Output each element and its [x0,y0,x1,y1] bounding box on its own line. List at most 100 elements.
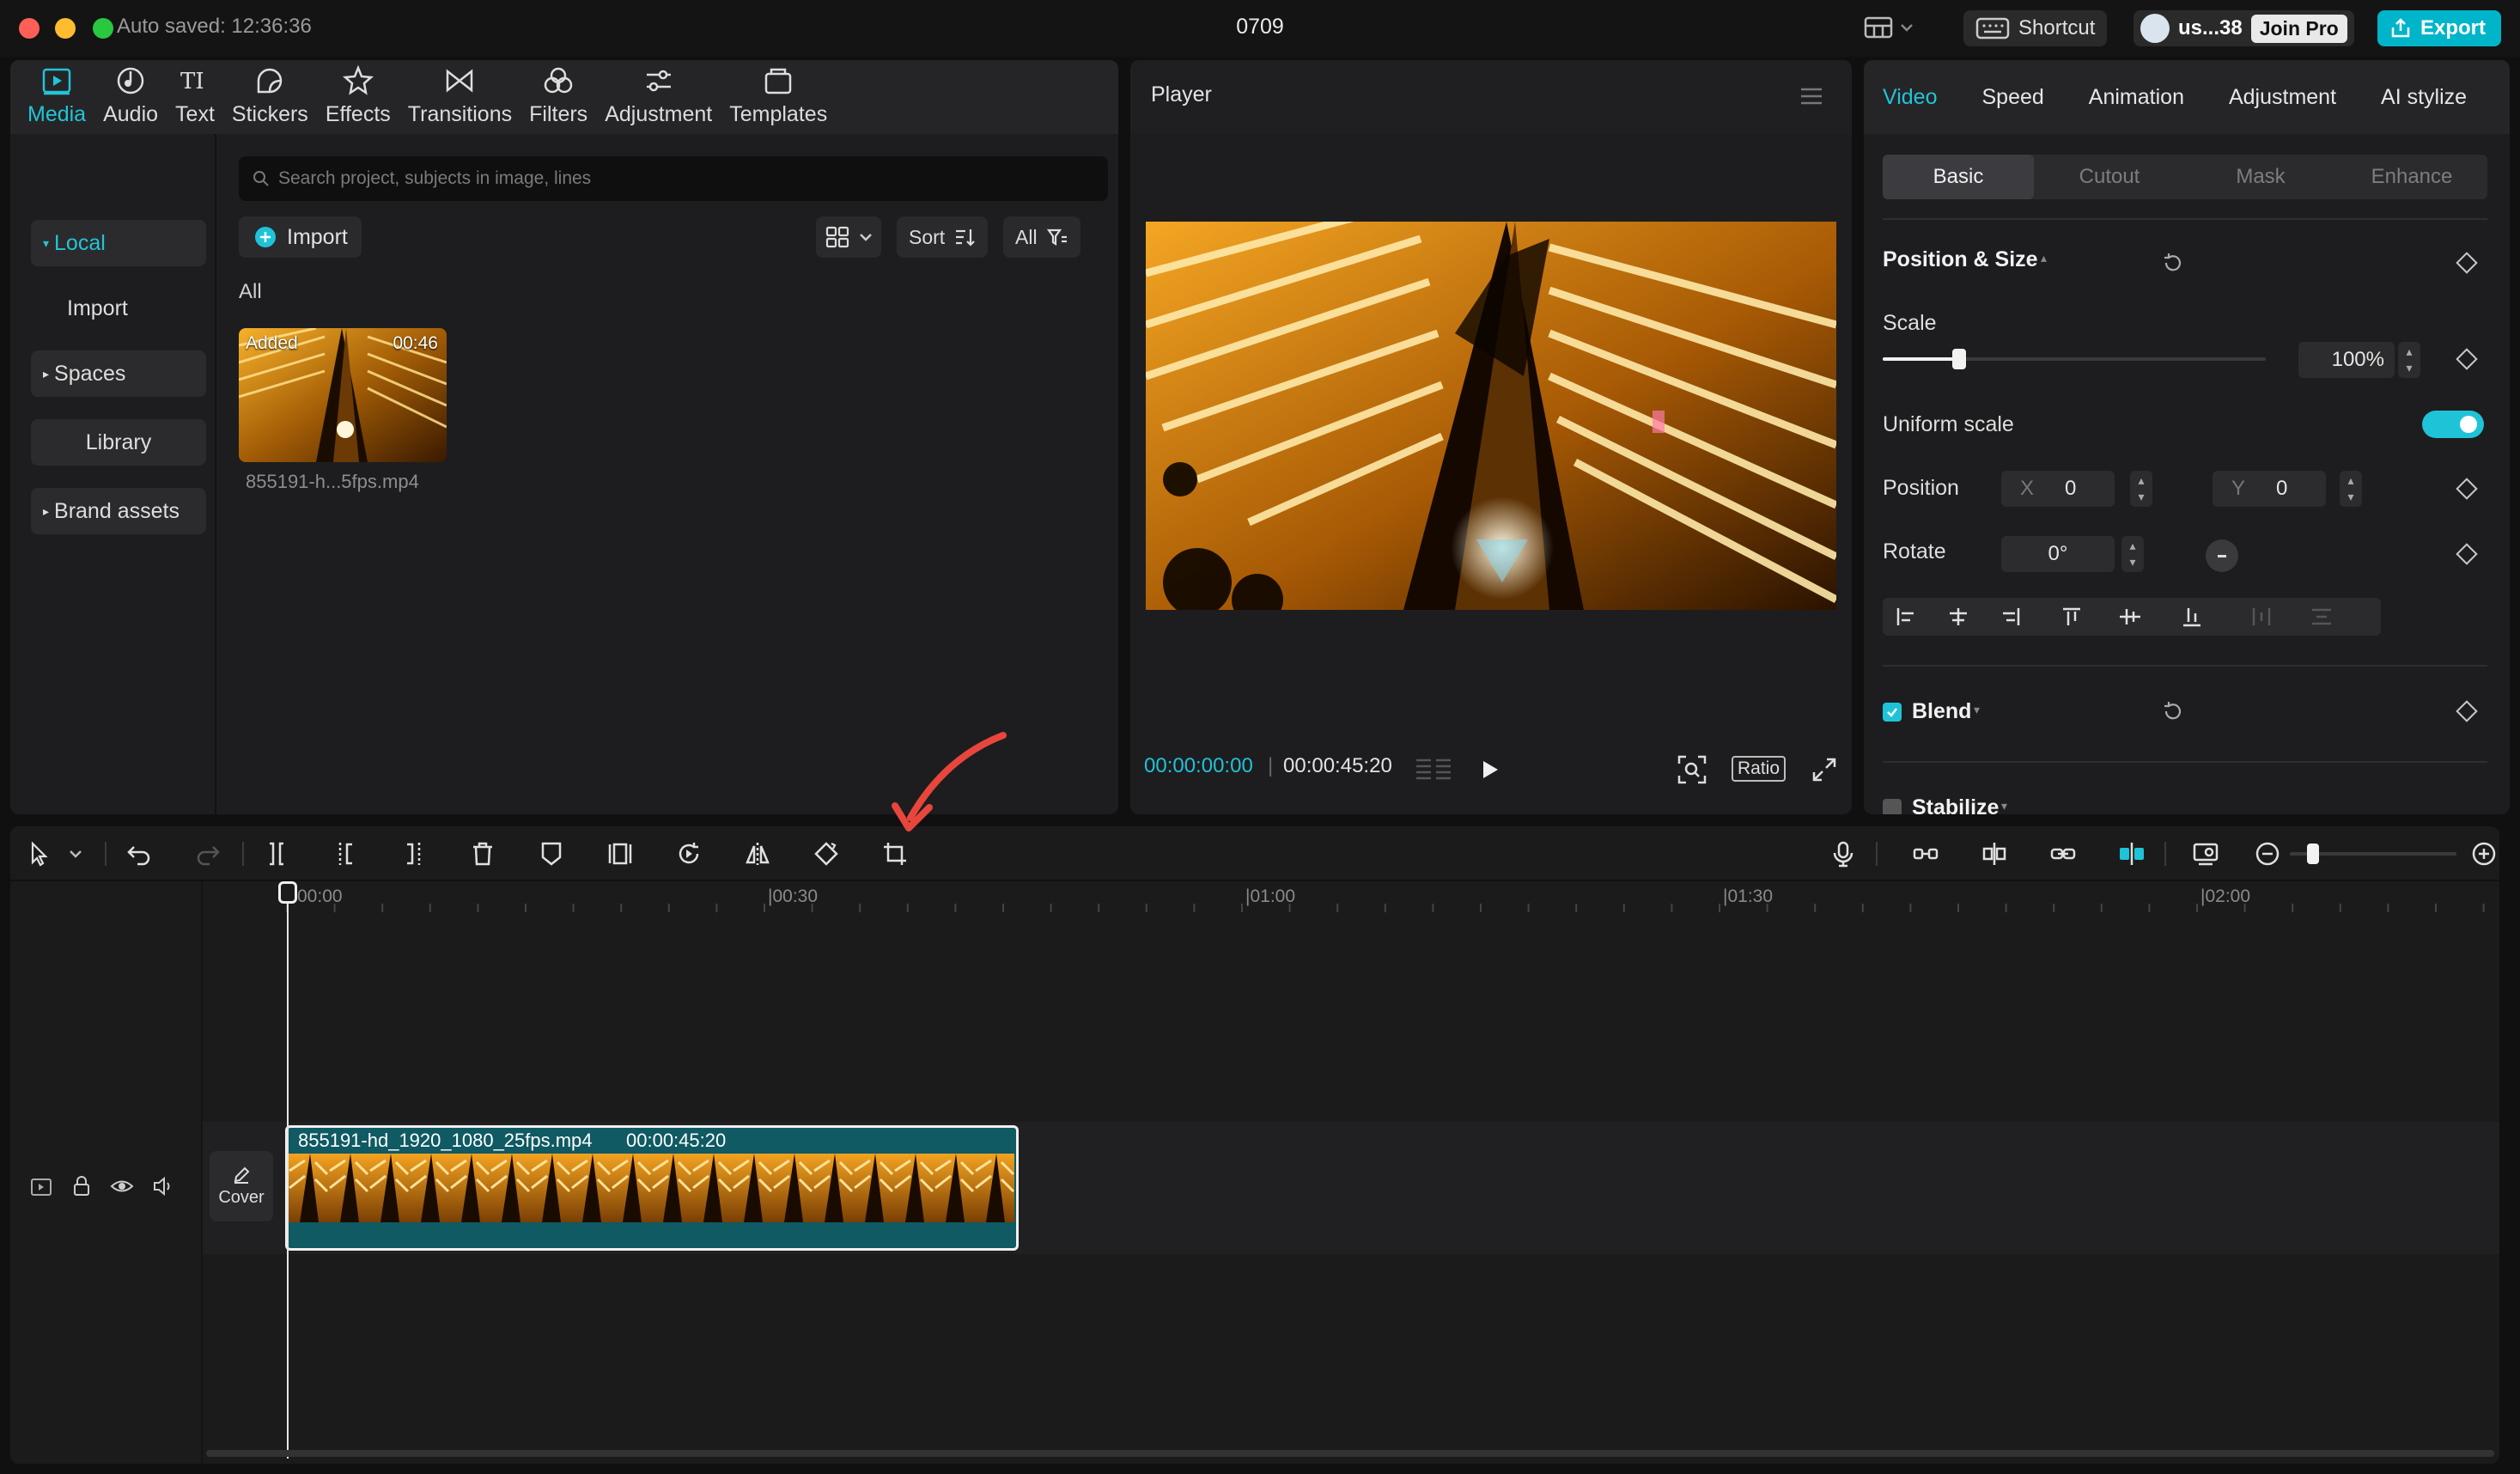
keyframe-diamond-icon[interactable] [2456,252,2478,274]
tab-video[interactable]: Video [1883,85,1938,110]
blend-checkbox[interactable] [1883,703,1902,722]
stabilize-checkbox[interactable] [1883,799,1902,814]
select-cursor-icon[interactable] [26,840,53,868]
tab-transitions[interactable]: Transitions [399,60,520,134]
play-icon[interactable] [1477,758,1501,782]
tab-media[interactable]: Media [19,60,94,134]
eye-icon[interactable] [110,1175,134,1197]
tab-templates[interactable]: Templates [721,60,836,134]
blend-heading[interactable]: Blend [1912,699,1971,724]
tab-adjustment[interactable]: Adjustment [596,60,721,134]
uniform-scale-toggle[interactable] [2422,411,2484,438]
media-thumbnail[interactable]: Added 00:46 [239,328,447,462]
undo-icon[interactable] [125,840,153,868]
timeline-thumbnail-icon[interactable] [2192,840,2219,868]
position-y-input[interactable]: Y 0 [2213,471,2326,507]
subtab-enhance[interactable]: Enhance [2336,155,2487,199]
position-y-stepper[interactable]: ▴ ▾ [2340,471,2362,507]
stabilize-heading[interactable]: Stabilize [1912,795,1999,814]
reset-icon[interactable] [2161,699,2185,723]
aspect-ratio-button[interactable]: Ratio [1732,756,1787,782]
keyframe-diamond-icon[interactable] [2456,700,2478,722]
keyframe-diamond-icon[interactable] [2456,348,2478,370]
chevron-down-icon[interactable] [69,849,82,859]
preview-axis-icon[interactable] [2118,840,2146,868]
sidebar-item-brand-assets-label: Brand assets [54,498,180,523]
auto-snapping-icon[interactable] [1981,840,2008,868]
tab-stickers[interactable]: Stickers [223,60,317,134]
timeline-scrollbar[interactable] [206,1450,2494,1457]
reset-icon[interactable] [2161,251,2185,275]
tab-adjustment[interactable]: Adjustment [2229,85,2336,110]
cover-button[interactable]: Cover [210,1151,273,1221]
step-down-icon: ▾ [2406,361,2413,375]
search-box[interactable]: Search project, subjects in image, lines [239,156,1108,201]
sidebar-item-library[interactable]: Library [31,419,206,466]
rotate-dial[interactable] [2206,539,2238,572]
shortcut-button[interactable]: Shortcut [1963,10,2108,46]
zoom-out-icon[interactable] [2254,840,2281,868]
playhead[interactable] [278,881,297,1459]
split-icon[interactable] [263,840,290,868]
position-x-input[interactable]: X 0 [2001,471,2115,507]
tab-text[interactable]: TI Text [167,60,223,134]
link-icon[interactable] [2049,840,2077,868]
zoom-slider[interactable] [2290,844,2456,864]
tab-ai-stylize[interactable]: AI stylize [2381,85,2467,110]
video-preview[interactable] [1146,222,1836,610]
timecode-grid-icon[interactable] [1414,756,1453,782]
keyframe-diamond-icon[interactable] [2456,543,2478,565]
microphone-icon[interactable] [1829,840,1857,868]
keyframe-diamond-icon[interactable] [2456,478,2478,500]
join-pro-button[interactable]: Join Pro [2250,14,2347,43]
reverse-playback-icon[interactable] [675,840,703,868]
scale-slider-handle[interactable] [1952,349,1967,369]
position-size-heading[interactable]: Position & Size [1883,247,2038,272]
video-clip[interactable]: 855191-hd_1920_1080_25fps.mp4 00:00:45:2… [285,1125,1019,1251]
tab-filters[interactable]: Filters [520,60,596,134]
delete-icon[interactable] [469,840,496,868]
sidebar-item-import[interactable]: Import [31,285,206,332]
scale-input[interactable]: 100% [2298,342,2395,378]
export-button[interactable]: Export [2377,10,2501,46]
tab-animation[interactable]: Animation [2089,85,2184,110]
sidebar-item-brand-assets[interactable]: ▸ Brand assets [31,488,206,534]
subtab-mask[interactable]: Mask [2185,155,2336,199]
position-x-stepper[interactable]: ▴ ▾ [2130,471,2152,507]
redo-icon[interactable] [194,840,222,868]
sort-button[interactable]: Sort [897,216,989,258]
tab-audio[interactable]: Audio [94,60,167,134]
search-input[interactable]: Search project, subjects in image, lines [278,168,591,189]
rotate-stepper[interactable]: ▴ ▾ [2121,536,2144,572]
tab-effects[interactable]: Effects [317,60,399,134]
tab-speed[interactable]: Speed [1982,85,2044,110]
scale-stepper[interactable]: ▴ ▾ [2398,342,2420,378]
split-right-icon[interactable] [400,840,428,868]
lock-icon[interactable] [70,1175,93,1197]
subtab-cutout[interactable]: Cutout [2034,155,2185,199]
layout-switcher[interactable] [1864,15,1914,40]
main-track-magnet-icon[interactable] [1912,840,1939,868]
fullscreen-icon[interactable] [1811,756,1838,783]
account-area[interactable]: us...38 Join Pro [2133,10,2354,46]
filter-button[interactable]: All [1003,216,1080,258]
volume-icon[interactable] [151,1175,175,1197]
zoom-in-icon[interactable] [2470,840,2498,868]
sidebar-item-spaces[interactable]: ▸ Spaces [31,350,206,397]
crop-icon[interactable] [881,840,909,868]
scale-slider[interactable] [1883,349,2266,369]
view-mode-button[interactable] [816,216,881,258]
subtab-basic[interactable]: Basic [1883,155,2034,199]
menu-icon[interactable] [1799,86,1824,107]
rotate-icon[interactable] [813,840,840,868]
rotate-input[interactable]: 0° [2001,536,2115,572]
zoom-slider-handle[interactable] [2307,844,2319,864]
playhead-handle[interactable] [278,881,297,904]
fit-view-icon[interactable] [1677,754,1707,785]
split-left-icon[interactable] [332,840,359,868]
marker-icon[interactable] [538,840,565,868]
sidebar-item-local[interactable]: ▾ Local [31,220,206,266]
import-button[interactable]: Import [239,216,362,258]
freeze-frame-icon[interactable] [606,840,634,868]
mirror-icon[interactable] [744,840,771,868]
